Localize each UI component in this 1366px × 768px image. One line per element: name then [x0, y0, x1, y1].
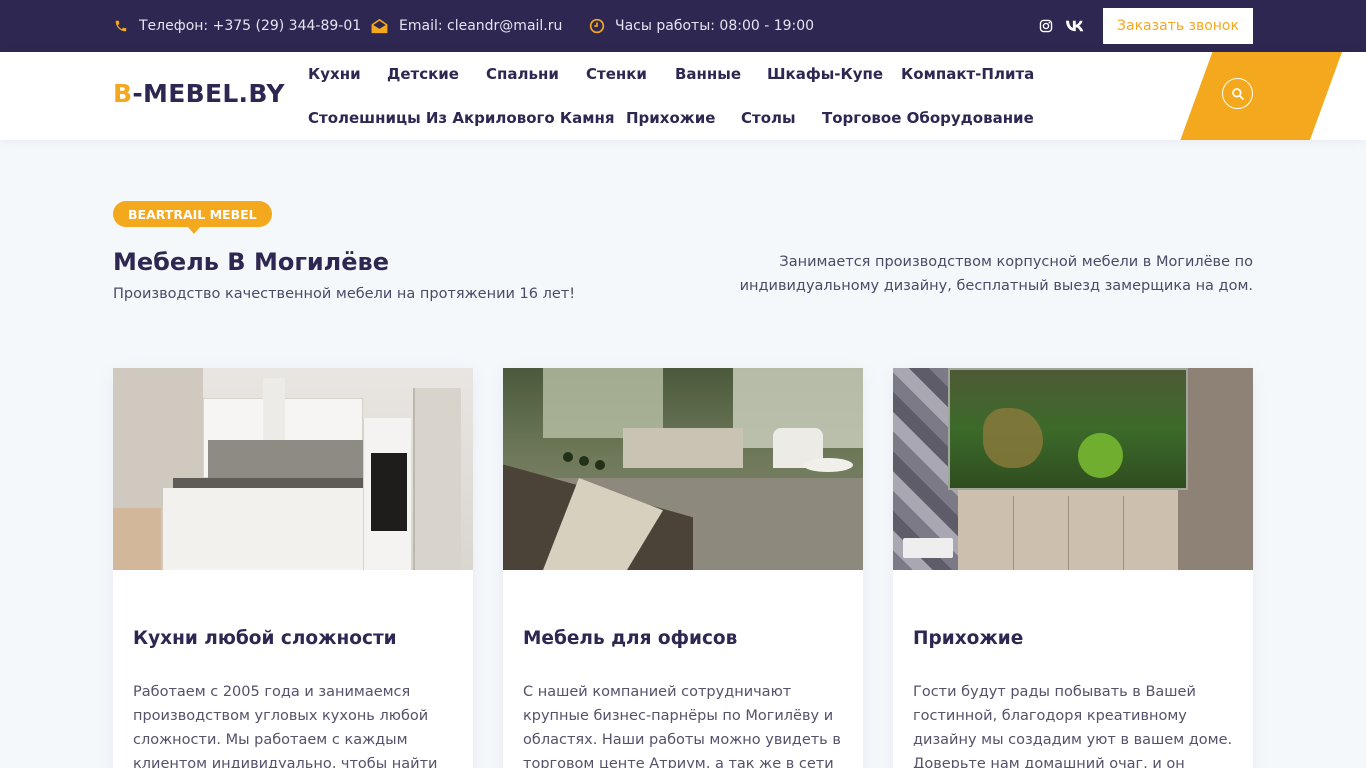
service-card-offices: Мебель для офисов С нашей компанией сотр… [503, 368, 863, 768]
nav-item-kitchens[interactable]: Кухни [308, 65, 361, 83]
card-text: Гости будут рады побывать в Вашей гостин… [913, 684, 1233, 768]
clock-icon [589, 18, 605, 34]
email-text: Email: cleandr@mail.ru [399, 18, 563, 34]
search-button[interactable] [1222, 78, 1253, 109]
card-title[interactable]: Кухни любой сложности [133, 628, 397, 649]
nav-item-kids[interactable]: Детские [387, 65, 459, 83]
search-icon [1231, 87, 1245, 101]
nav-item-wardrobes[interactable]: Шкафы-Купе [767, 65, 883, 83]
search-panel [1180, 52, 1342, 140]
top-bar: Телефон: +375 (29) 344-89-01 Email: clea… [0, 0, 1366, 52]
kitchen-photo[interactable] [113, 368, 473, 570]
hallway-photo[interactable] [893, 368, 1253, 570]
page-title: Мебель В Могилёве [113, 248, 389, 276]
service-card-kitchens: Кухни любой сложности Работаем с 2005 го… [113, 368, 473, 768]
site-logo[interactable]: B-MEBEL.BY [113, 79, 285, 108]
nav-item-tables[interactable]: Столы [741, 109, 796, 127]
vk-icon[interactable] [1066, 18, 1084, 34]
email-contact[interactable]: Email: cleandr@mail.ru [370, 0, 562, 52]
phone-icon [113, 18, 129, 34]
nav-item-hallways[interactable]: Прихожие [626, 109, 715, 127]
nav-item-acrylic-countertops[interactable]: Столешницы Из Акрилового Камня [308, 109, 615, 127]
card-title[interactable]: Прихожие [913, 628, 1023, 649]
office-photo[interactable] [503, 368, 863, 570]
nav-item-walls[interactable]: Стенки [586, 65, 647, 83]
nav-item-compact-plate[interactable]: Компакт-Плита [901, 65, 1034, 83]
card-text: Работаем с 2005 года и занимаемся произв… [133, 684, 438, 768]
service-card-hallways: Прихожие Гости будут рады побывать в Ваш… [893, 368, 1253, 768]
nav-item-bathrooms[interactable]: Ванные [675, 65, 741, 83]
nav-item-bedrooms[interactable]: Спальни [486, 65, 559, 83]
phone-contact[interactable]: Телефон: +375 (29) 344-89-01 [113, 0, 361, 52]
phone-text: Телефон: +375 (29) 344-89-01 [139, 18, 362, 34]
callback-button[interactable]: Заказать звонок [1103, 8, 1253, 44]
envelope-icon [370, 18, 389, 34]
page-subtitle: Производство качественной мебели на прот… [113, 286, 576, 302]
nav-item-retail-equipment[interactable]: Торговое Оборудование [822, 109, 1034, 127]
card-text: С нашей компанией сотрудничают крупные б… [523, 684, 841, 768]
hours-info: Часы работы: 08:00 - 19:00 [589, 0, 814, 52]
logo-text: -MEBEL.BY [132, 79, 285, 108]
instagram-icon[interactable] [1038, 18, 1054, 34]
main-header: B-MEBEL.BY Кухни Детские Спальни Стенки … [0, 52, 1366, 140]
section-badge: BEARTRAIL MEBEL [113, 201, 272, 234]
card-title[interactable]: Мебель для офисов [523, 628, 737, 649]
hours-text: Часы работы: 08:00 - 19:00 [615, 18, 815, 34]
intro-description: Занимается производством корпусной мебел… [739, 254, 1253, 294]
logo-accent: B [113, 79, 133, 108]
